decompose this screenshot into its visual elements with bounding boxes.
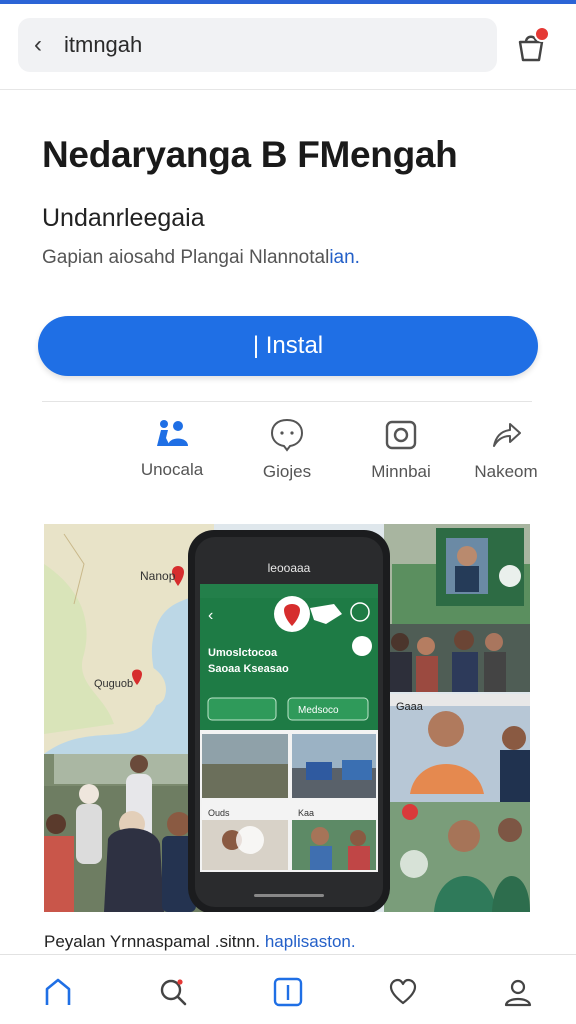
nav-favorites[interactable]	[378, 967, 428, 1017]
top-bar: ‹ itmngah	[0, 4, 576, 90]
chat-bubble-icon	[270, 418, 304, 452]
action-label: Minnbai	[371, 462, 431, 481]
app-description: Gapian aiosahd Plangai Nlannotalian.	[42, 247, 360, 269]
caption-link[interactable]: haplisaston.	[265, 932, 356, 951]
map-label: Quguob	[94, 678, 133, 690]
photo-label: Gaaa	[396, 701, 424, 713]
apps-icon	[273, 977, 303, 1006]
photo-screenshot	[384, 524, 530, 912]
action-people[interactable]: Unocala	[122, 412, 222, 488]
action-camera[interactable]: Minnbai	[351, 412, 451, 488]
phone-card-subtitle: Saoaa Kseasao	[208, 663, 289, 675]
notification-badge	[534, 26, 550, 42]
people-icon	[157, 420, 188, 446]
bottom-navigation	[0, 954, 576, 1024]
search-icon	[160, 978, 187, 1005]
phone-chip-left: Ouds	[208, 808, 230, 818]
caption-text: Peyalan Yrnnaspamal .sitnn.	[44, 932, 261, 951]
phone-back-icon: ‹	[208, 607, 213, 624]
description-link[interactable]: ian.	[329, 247, 360, 268]
gallery-caption: Peyalan Yrnnaspamal .sitnn. haplisaston.	[44, 932, 356, 952]
description-text: Gapian aiosahd Plangai Nlannotal	[42, 247, 330, 268]
phone-card-title: Umoslctocoa	[208, 647, 278, 659]
home-icon	[45, 978, 70, 1005]
app-title: Nedaryanga B FMengah	[42, 134, 458, 175]
nav-apps[interactable]	[263, 967, 313, 1017]
nav-profile[interactable]	[493, 967, 543, 1017]
share-icon	[493, 423, 521, 447]
profile-icon	[505, 979, 532, 1006]
map-label: Nanop	[140, 569, 176, 583]
back-icon[interactable]: ‹	[34, 31, 60, 59]
heart-icon	[390, 978, 417, 1004]
action-label: Unocala	[140, 460, 204, 479]
shopping-bag-icon[interactable]	[514, 26, 550, 64]
phone-button-label: Medsoco	[298, 705, 339, 716]
screenshot-gallery[interactable]: Nanop Quguob Gaaa leooaaa ‹ Umoslctocoa …	[44, 524, 530, 912]
nav-search[interactable]	[148, 967, 198, 1017]
search-bar[interactable]: ‹ itmngah	[18, 18, 497, 72]
phone-chip-right: Kaa	[298, 808, 314, 818]
phone-mockup	[188, 530, 390, 912]
divider	[42, 401, 532, 402]
phone-header: leooaaa	[268, 561, 311, 575]
camera-icon	[385, 420, 417, 450]
action-share[interactable]: Nakeom	[456, 412, 556, 488]
action-label: Nakeom	[474, 462, 538, 481]
action-label: Giojes	[262, 462, 312, 481]
nav-home[interactable]	[33, 967, 83, 1017]
app-developer[interactable]: Undanrleegaia	[42, 204, 205, 233]
action-chat[interactable]: Giojes	[237, 412, 337, 488]
install-button[interactable]: | Instal	[38, 316, 538, 376]
search-query[interactable]: itmngah	[64, 32, 142, 58]
